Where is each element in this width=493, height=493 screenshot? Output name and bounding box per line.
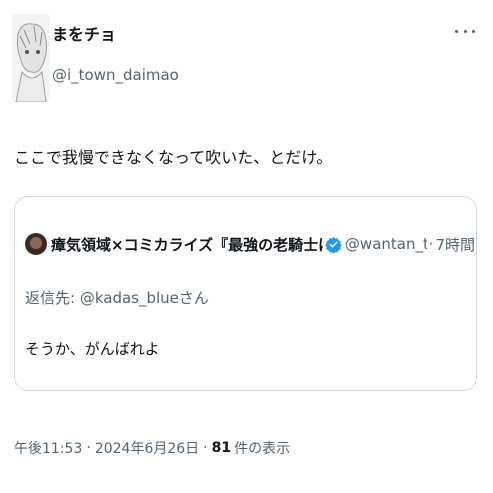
author-avatar[interactable] — [12, 14, 50, 102]
tweet-time[interactable]: 午後11:53 — [14, 438, 82, 458]
reply-to-suffix: さん — [178, 289, 209, 307]
quoted-author-display-name[interactable]: 瘴気領域×コミカライズ『最強の老騎士は迷宮で屋台を — [51, 234, 323, 255]
views-label: 件の表示 — [234, 441, 291, 457]
views-count: 81 — [211, 440, 232, 456]
verified-badge-icon — [325, 236, 342, 253]
tweet-date[interactable]: 2024年6月26日 — [95, 438, 199, 458]
tweet-text: ここで我慢できなくなって吹いた、とだけ。 — [14, 148, 333, 167]
reply-to-prefix: 返信先: — [25, 289, 80, 307]
reply-to-mention-link[interactable]: @kadas_blue — [80, 289, 179, 307]
more-options-button[interactable] — [455, 26, 475, 36]
quoted-tweet-header: 瘴気領域×コミカライズ『最強の老騎士は迷宮で屋台を @wantan_tabe ·… — [25, 231, 475, 257]
more-dot-icon — [463, 29, 467, 33]
quoted-tweet-time[interactable]: 7時間 — [435, 234, 475, 255]
author-handle[interactable]: @i_town_daimao — [52, 66, 179, 84]
author-display-name[interactable]: まをチョ — [52, 21, 116, 45]
separator-dot: · — [428, 235, 434, 253]
separator-dot: · — [86, 440, 91, 456]
quoted-author-avatar[interactable] — [25, 233, 47, 255]
tweet-metadata: 午後11:53 · 2024年6月26日 · 81 件の表示 — [14, 438, 290, 458]
quoted-tweet-text: そうか、がんばれよ — [25, 340, 160, 358]
quoted-author-handle[interactable]: @wantan_tabe — [345, 235, 427, 253]
separator-dot: · — [203, 440, 208, 456]
reply-to-line: 返信先: @kadas_blueさん — [25, 287, 209, 308]
quoted-tweet[interactable]: 瘴気領域×コミカライズ『最強の老騎士は迷宮で屋台を @wantan_tabe ·… — [14, 196, 477, 391]
more-dot-icon — [455, 29, 458, 33]
more-dot-icon — [472, 29, 475, 33]
